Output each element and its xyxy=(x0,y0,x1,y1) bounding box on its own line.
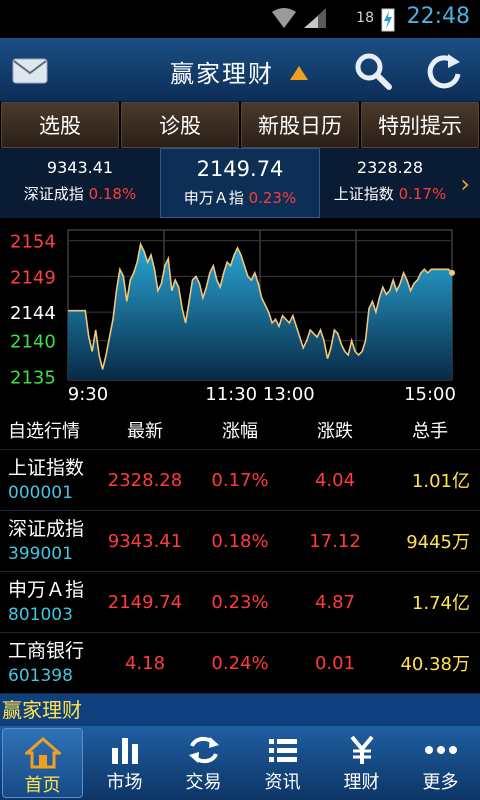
col-header-volume[interactable]: 总手 xyxy=(380,417,480,443)
app-header: 赢家理财 xyxy=(0,38,480,102)
index-value: 2328.28 xyxy=(356,158,424,177)
tab-ipo-calendar[interactable]: 新股日历 xyxy=(241,102,359,148)
status-bar: 18 22:48 xyxy=(0,0,480,38)
stock-pct: 0.18% xyxy=(211,530,269,552)
refresh-icon[interactable] xyxy=(424,50,464,90)
nav-home[interactable]: 首页 xyxy=(2,728,83,798)
search-icon[interactable] xyxy=(354,52,392,90)
nav-finance[interactable]: 理财 xyxy=(322,726,401,800)
tab-select-stock[interactable]: 选股 xyxy=(1,102,119,148)
stock-code: 399001 xyxy=(8,544,73,564)
stock-pct: 0.24% xyxy=(211,652,269,674)
stock-change: 0.01 xyxy=(314,652,356,674)
bottom-nav: 首页 市场 交易 资讯 理财 更多 xyxy=(0,726,480,800)
nav-news[interactable]: 资讯 xyxy=(243,726,322,800)
chevron-right-icon[interactable]: › xyxy=(460,170,470,198)
status-time: 22:48 xyxy=(406,4,470,29)
intraday-chart[interactable]: 2154 2149 2144 2140 2135 9:30 11:30 13:00 15:00 xyxy=(0,222,480,412)
y-tick-label: 2140 xyxy=(10,332,56,353)
last-price-dot xyxy=(449,269,455,276)
stock-name: 深证成指 xyxy=(8,518,85,540)
stock-change: 4.87 xyxy=(314,591,356,613)
ticker-banner[interactable]: 赢家理财 xyxy=(0,694,480,726)
x-tick-label: 9:30 xyxy=(68,384,108,405)
stock-latest: 2328.28 xyxy=(107,469,183,491)
stock-name: 工商银行 xyxy=(8,640,85,662)
function-tabs: 选股 诊股 新股日历 特别提示 xyxy=(0,102,480,148)
index-value: 9343.41 xyxy=(46,158,114,177)
nav-label: 首页 xyxy=(24,775,61,796)
stock-change: 17.12 xyxy=(309,530,361,552)
index-shenwan[interactable]: 2149.74 申万Ａ指 0.23% xyxy=(160,148,320,218)
stock-volume: 40.38万 xyxy=(400,654,470,675)
stock-volume: 9445万 xyxy=(406,532,470,553)
index-pct: 0.18% xyxy=(88,185,137,203)
tab-diagnose-stock[interactable]: 诊股 xyxy=(121,102,239,148)
more-dots-icon xyxy=(424,746,457,754)
col-header-pct[interactable]: 涨幅 xyxy=(190,417,290,443)
table-row[interactable]: 工商银行 601398 4.18 0.24% 0.01 40.38万 xyxy=(0,633,480,694)
stock-code: 601398 xyxy=(8,666,73,686)
nav-label: 市场 xyxy=(106,772,143,793)
table-row[interactable]: 申万Ａ指 801003 2149.74 0.23% 4.87 1.74亿 xyxy=(0,572,480,633)
col-header-name[interactable]: 自选行情 xyxy=(0,417,100,443)
nav-market[interactable]: 市场 xyxy=(85,726,164,800)
index-name: 上证指数 xyxy=(333,185,394,203)
bar-chart-icon xyxy=(111,738,138,764)
index-strip: 9343.41 深证成指 0.18% 2149.74 申万Ａ指 0.23% 23… xyxy=(0,148,480,218)
index-pct: 0.23% xyxy=(248,189,297,207)
stock-latest: 9343.41 xyxy=(107,530,183,552)
watchlist-header: 自选行情 最新 涨幅 涨跌 总手 xyxy=(0,410,480,450)
index-pct: 0.17% xyxy=(398,185,447,203)
mail-icon[interactable] xyxy=(12,58,48,84)
nav-label: 交易 xyxy=(185,772,222,793)
yen-icon xyxy=(349,735,374,764)
stock-volume: 1.01亿 xyxy=(411,471,470,492)
col-header-latest[interactable]: 最新 xyxy=(100,417,190,443)
nav-more[interactable]: 更多 xyxy=(401,726,480,800)
y-tick-label: 2154 xyxy=(10,232,56,253)
stock-pct: 0.23% xyxy=(211,591,269,613)
stock-name: 上证指数 xyxy=(8,457,85,479)
x-tick-label: 15:00 xyxy=(404,384,456,405)
stock-volume: 1.74亿 xyxy=(411,593,470,614)
table-row[interactable]: 上证指数 000001 2328.28 0.17% 4.04 1.01亿 xyxy=(0,450,480,511)
y-tick-label: 2144 xyxy=(10,303,56,324)
index-shanghai[interactable]: 2328.28 上证指数 0.17% xyxy=(320,148,460,218)
nav-label: 更多 xyxy=(422,772,459,793)
battery-charging-icon xyxy=(381,8,395,32)
title-dropdown-icon[interactable] xyxy=(290,66,308,80)
index-shenzhen[interactable]: 9343.41 深证成指 0.18% xyxy=(0,148,160,218)
nav-label: 理财 xyxy=(343,772,380,793)
y-tick-label: 2149 xyxy=(10,267,56,288)
watchlist: 上证指数 000001 2328.28 0.17% 4.04 1.01亿 深证成指… xyxy=(0,450,480,694)
app-title[interactable]: 赢家理财 xyxy=(170,54,274,89)
home-icon xyxy=(24,737,61,769)
col-header-change[interactable]: 涨跌 xyxy=(290,417,380,443)
x-tick-label: 11:30 13:00 xyxy=(205,384,314,405)
stock-change: 4.04 xyxy=(314,469,356,491)
y-tick-label: 2135 xyxy=(10,367,56,388)
wifi-signal-icon xyxy=(272,8,326,28)
index-name: 申万Ａ指 xyxy=(183,189,244,207)
stock-name: 申万Ａ指 xyxy=(8,579,85,601)
stock-pct: 0.17% xyxy=(211,469,269,491)
stock-code: 801003 xyxy=(8,605,73,625)
list-icon xyxy=(268,739,297,762)
exchange-icon xyxy=(188,736,219,764)
table-row[interactable]: 深证成指 399001 9343.41 0.18% 17.12 9445万 xyxy=(0,511,480,572)
index-name: 深证成指 xyxy=(23,185,84,203)
stock-latest: 4.18 xyxy=(124,652,166,674)
stock-code: 000001 xyxy=(8,483,73,503)
battery-level: 18 xyxy=(356,10,374,26)
stock-latest: 2149.74 xyxy=(107,591,183,613)
tab-special-notice[interactable]: 特别提示 xyxy=(361,102,479,148)
nav-label: 资讯 xyxy=(264,772,301,793)
index-value: 2149.74 xyxy=(196,157,284,181)
chart-svg: 2154 2149 2144 2140 2135 9:30 11:30 13:00 15:00 xyxy=(10,229,456,405)
nav-trade[interactable]: 交易 xyxy=(164,726,243,800)
